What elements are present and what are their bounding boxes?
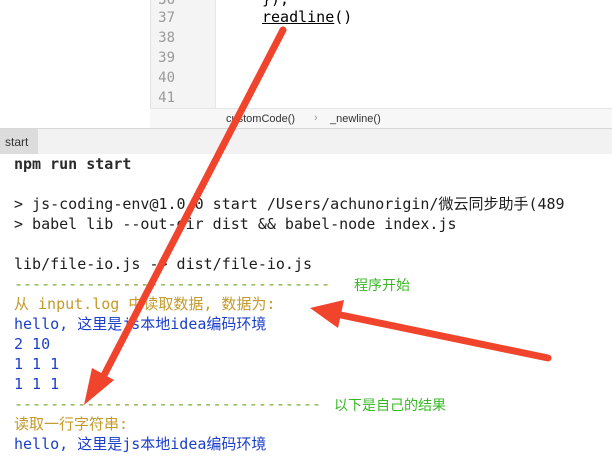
console-separator: -----------------------------------: [14, 275, 331, 293]
line-number-gutter: 36 37 38 39 40 41: [150, 0, 216, 108]
call-parens: (): [334, 8, 353, 26]
line-number: 37: [158, 10, 175, 26]
annotation-program-start: 程序开始: [354, 277, 410, 293]
chevron-right-icon: ›: [314, 112, 318, 124]
console-line: > babel lib --out-dir dist && babel-node…: [14, 215, 457, 233]
run-console[interactable]: npm run start > js-coding-env@1.0.0 star…: [0, 154, 612, 468]
line-number: 40: [158, 70, 175, 86]
editor-left-blank: [0, 0, 150, 128]
breadcrumb-item-newline[interactable]: _newline(): [330, 113, 381, 125]
run-tab-bar: start: [0, 128, 612, 156]
editor-breadcrumb: customCode() › _newline(): [150, 108, 612, 129]
console-output: 1 1 1: [14, 355, 60, 373]
console-output: hello, 这里是js本地idea编码环境: [14, 435, 267, 453]
line-number: 39: [158, 50, 175, 66]
console-output: hello, 这里是js本地idea编码环境: [14, 315, 267, 333]
code-editor[interactable]: 36 37 38 39 40 41 }); readline() customC…: [0, 0, 612, 129]
console-output: 1 1 1: [14, 375, 60, 393]
breadcrumb-item-customcode[interactable]: customCode(): [226, 113, 295, 125]
readline-call[interactable]: readline: [262, 8, 334, 26]
console-separator: ----------------------------------: [14, 395, 322, 413]
code-line-37[interactable]: readline(): [262, 7, 352, 27]
line-number: 38: [158, 30, 175, 46]
console-heading: 读取一行字符串:: [14, 415, 129, 433]
console-line: npm run start: [14, 155, 132, 173]
console-heading: 从 input.log 中读取数据, 数据为:: [14, 295, 276, 313]
console-line: lib/file-io.js -> dist/file-io.js: [14, 255, 313, 273]
console-output: 2 10: [14, 335, 51, 353]
line-number: 41: [158, 90, 175, 106]
console-line: > js-coding-env@1.0.0 start /Users/achun…: [14, 195, 565, 213]
annotation-own-result: 以下是自己的结果: [334, 397, 446, 413]
tab-start[interactable]: start: [0, 129, 38, 155]
